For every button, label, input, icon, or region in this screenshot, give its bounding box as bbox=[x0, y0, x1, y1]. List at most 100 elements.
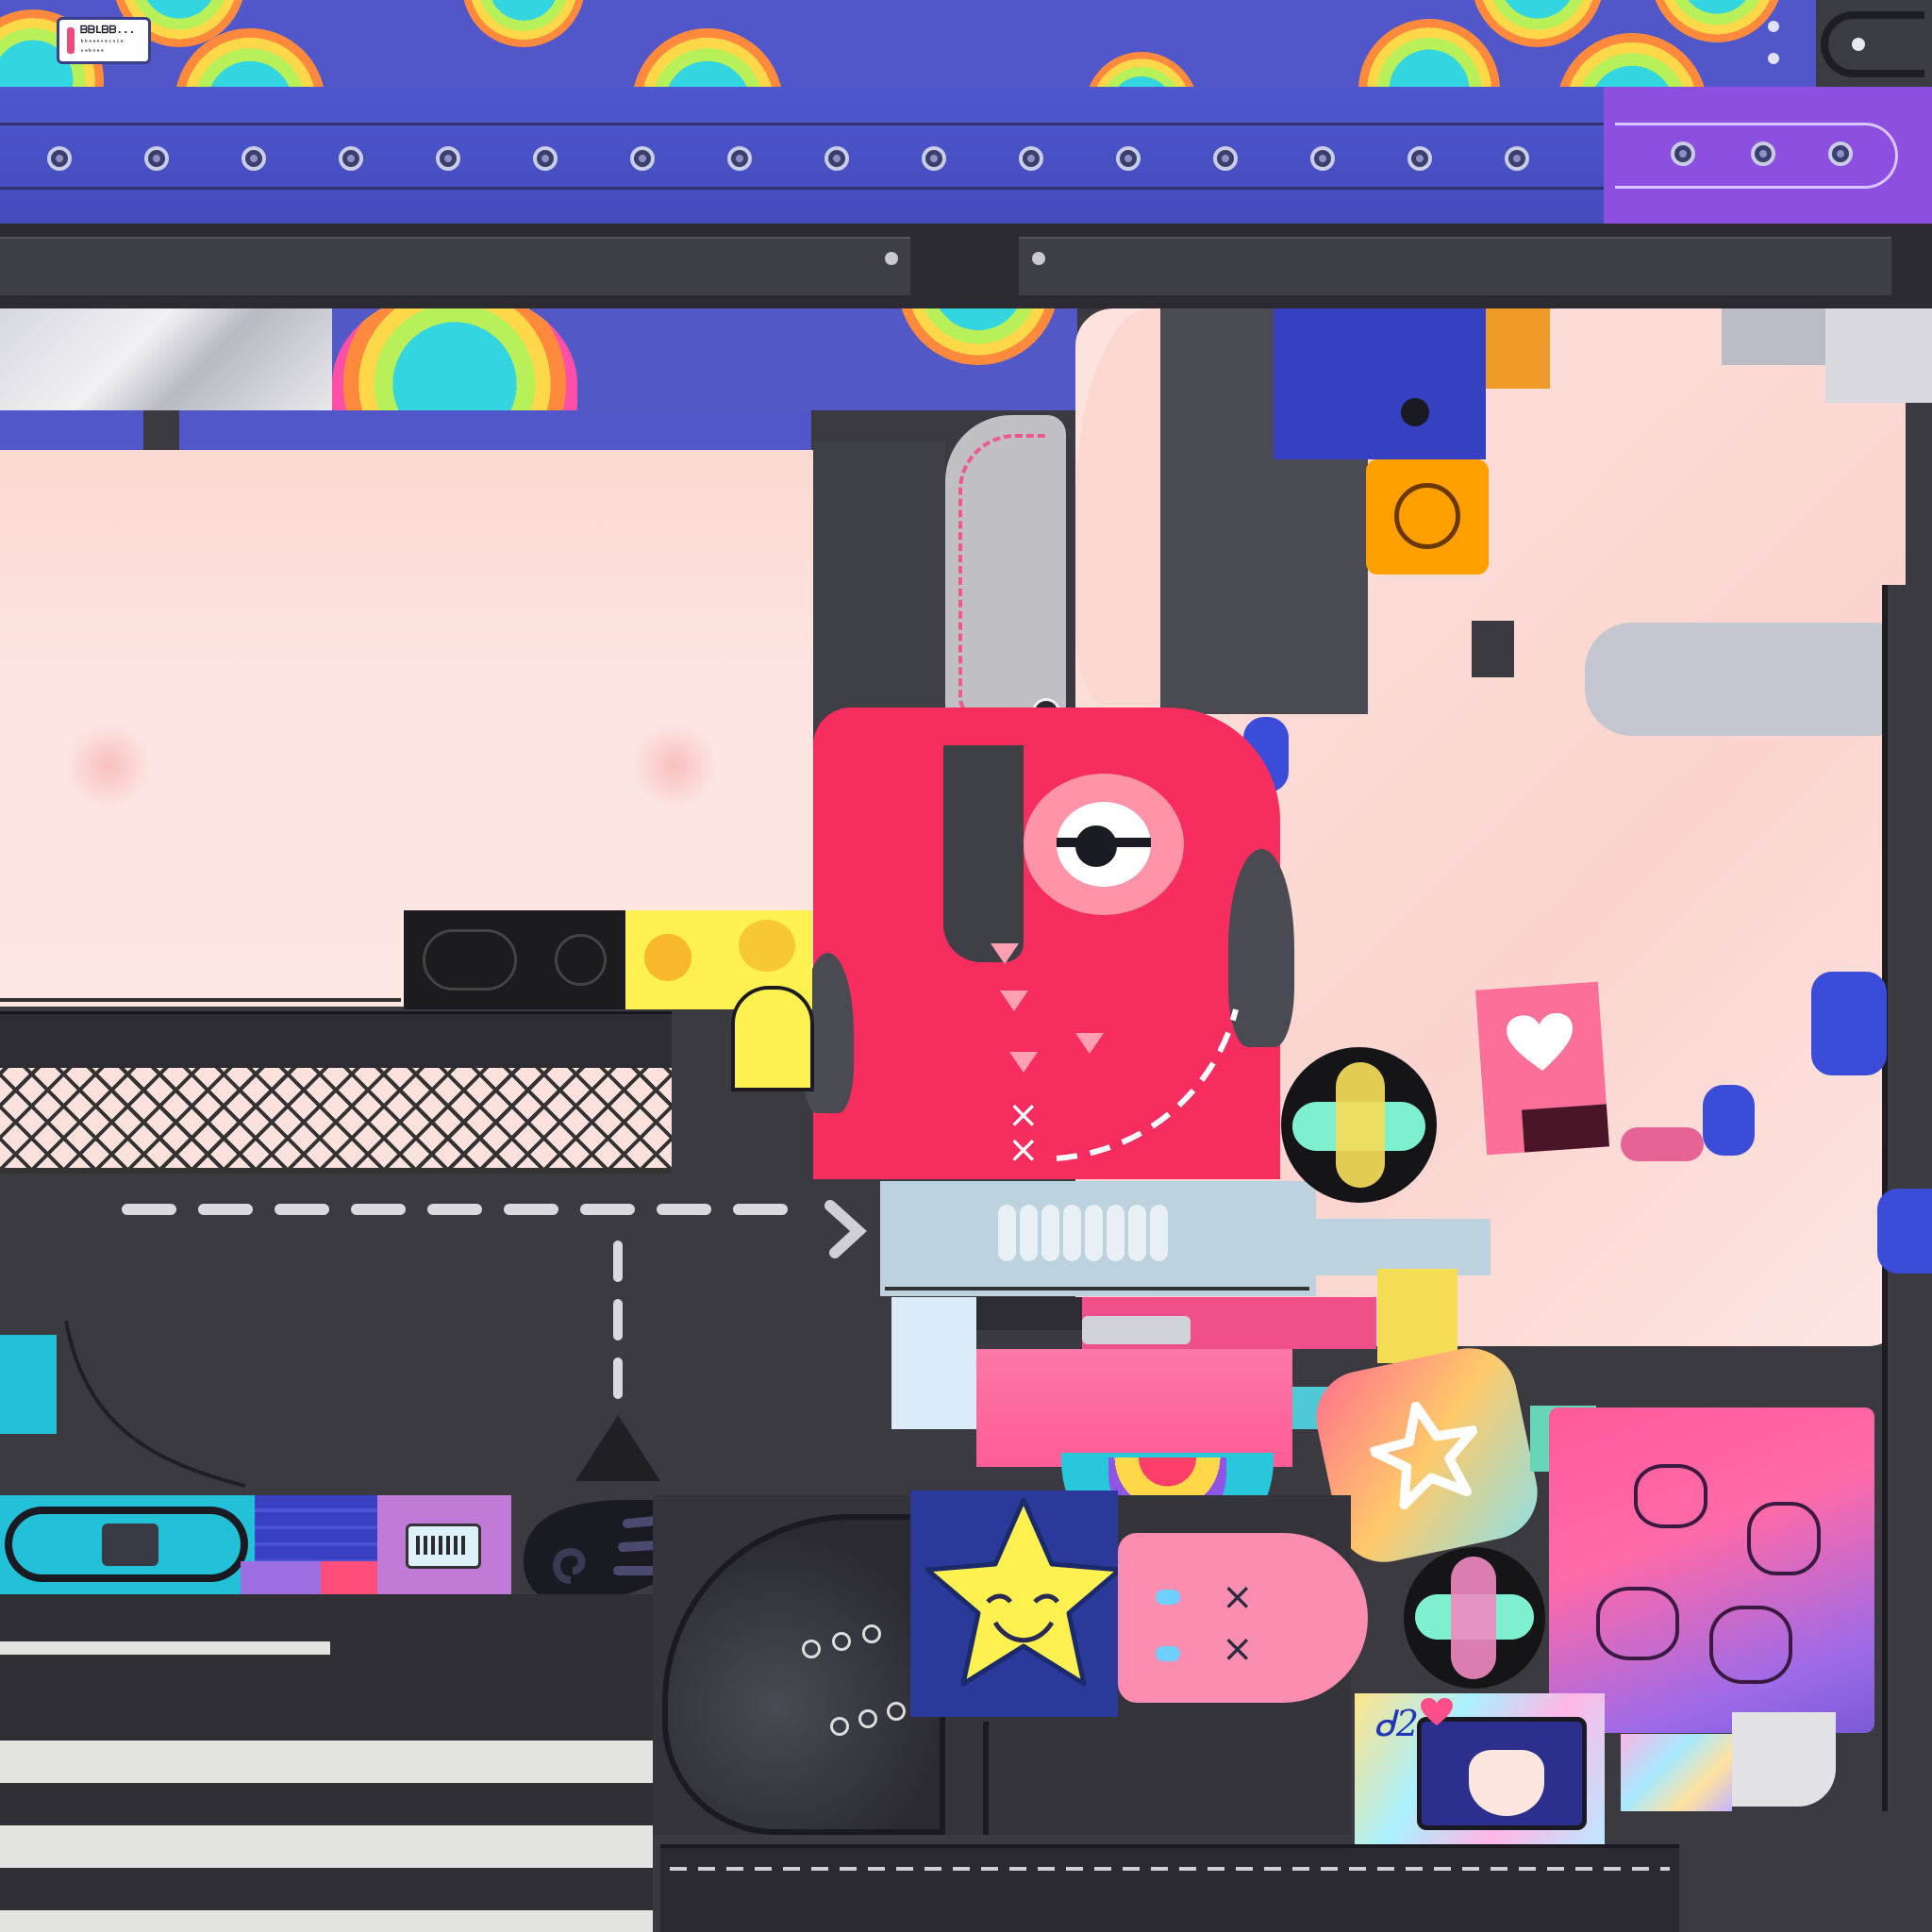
belt-grommet bbox=[242, 146, 266, 171]
pocket-panel bbox=[945, 415, 1066, 750]
dark-block bbox=[1472, 621, 1514, 677]
heart-icon bbox=[1507, 1012, 1574, 1071]
nail-blue bbox=[1703, 1085, 1755, 1156]
rainbow-sleeve-strip bbox=[332, 308, 1077, 410]
boot-eyelet bbox=[887, 1702, 906, 1721]
tear-drop bbox=[1156, 1646, 1180, 1661]
sole-strip bbox=[660, 1844, 1679, 1932]
rainbow-icon bbox=[1651, 0, 1783, 42]
belt-grommet bbox=[1505, 146, 1529, 171]
eyelid bbox=[1057, 838, 1151, 847]
vent-grille bbox=[423, 929, 517, 991]
sole-stitch bbox=[670, 1867, 1670, 1871]
pink-strip bbox=[321, 1561, 377, 1594]
rainbow-icon bbox=[1085, 52, 1198, 87]
boot-eyelet bbox=[862, 1624, 881, 1643]
rainbow-icon bbox=[898, 308, 1058, 365]
tag-line-3: ᵘᵃᵇᵒᵃᵐ bbox=[80, 48, 105, 56]
holo-sticker: ᑯ2~ bbox=[1355, 1693, 1605, 1844]
cyan-patch bbox=[0, 1335, 57, 1434]
boot-eyelet bbox=[830, 1717, 849, 1736]
spot bbox=[1634, 1464, 1707, 1528]
rivet bbox=[1401, 398, 1429, 426]
rainbow-icon bbox=[1358, 19, 1500, 87]
strap-panel bbox=[0, 237, 910, 295]
blue-band bbox=[0, 410, 143, 450]
striped-panel bbox=[0, 1594, 330, 1698]
blue-stripe-patch bbox=[255, 1495, 377, 1561]
boot-shape bbox=[662, 1514, 945, 1835]
nail-blue bbox=[1811, 972, 1887, 1075]
rivet bbox=[1852, 38, 1865, 51]
blue-band bbox=[179, 410, 811, 450]
rainbow-belt-strip bbox=[0, 0, 1816, 87]
stitch-marks: × × bbox=[991, 943, 1239, 1172]
eye-icon bbox=[1057, 802, 1151, 887]
belt-grommet bbox=[533, 146, 558, 171]
spot bbox=[1596, 1587, 1679, 1660]
yellow-block bbox=[1377, 1269, 1457, 1363]
paw-print bbox=[644, 934, 691, 981]
bandage-vertical bbox=[1336, 1062, 1385, 1188]
rivet bbox=[1768, 53, 1779, 64]
belt-stitch-bottom bbox=[0, 187, 1604, 190]
belt-grommet bbox=[1671, 142, 1695, 166]
tag-base bbox=[1522, 1104, 1609, 1153]
belt-grommet bbox=[824, 146, 849, 171]
purple-battery-patch bbox=[377, 1495, 511, 1594]
paw-print bbox=[739, 920, 795, 972]
spot bbox=[1709, 1606, 1792, 1684]
dark-corner bbox=[1679, 1811, 1932, 1932]
belt-grommet bbox=[1019, 146, 1043, 171]
chest-shade bbox=[632, 724, 717, 808]
belt-grommet bbox=[1828, 142, 1853, 166]
button-ring bbox=[1394, 483, 1460, 549]
boot-sole-line bbox=[983, 1722, 989, 1835]
metal-chain-strip bbox=[0, 308, 332, 410]
x-eye: × bbox=[1222, 1627, 1254, 1671]
buckle-corner bbox=[1816, 0, 1932, 87]
dark-strap bbox=[0, 224, 1932, 308]
cyan-belt-tab bbox=[0, 1495, 255, 1594]
chest-shade bbox=[66, 724, 151, 808]
belt-grommet bbox=[630, 146, 655, 171]
rainbow-icon bbox=[1472, 0, 1604, 47]
yellow-bell bbox=[731, 986, 814, 1091]
torso-edge-line bbox=[0, 998, 401, 1002]
metal-panel bbox=[1585, 623, 1887, 736]
rivet bbox=[885, 252, 898, 265]
strap-panel bbox=[1019, 237, 1891, 295]
pink-tube bbox=[976, 1349, 1292, 1467]
belt-label-tag: ᗷᗷLᗷᗷ... ᵇᵇᵃᵃᵐⁿᵃᶜᵘⁱᵉ ᵘᵃᵇᵒᵃᵐ bbox=[57, 17, 151, 64]
rainbow-icon bbox=[332, 308, 577, 410]
belt-grommet bbox=[1751, 142, 1775, 166]
nail-pink bbox=[1621, 1127, 1704, 1161]
boot-eyelet bbox=[832, 1632, 851, 1651]
dark-block bbox=[330, 1594, 653, 1698]
belt-grommet bbox=[1213, 146, 1238, 171]
spotted-panel bbox=[1549, 1407, 1874, 1733]
rainbow-icon bbox=[1557, 33, 1707, 87]
nail-blue bbox=[1877, 1189, 1932, 1274]
belt-grommet bbox=[1407, 146, 1432, 171]
hair-strand bbox=[943, 745, 1024, 962]
wing-patch bbox=[891, 1297, 976, 1429]
belt-stitch-top bbox=[0, 123, 1604, 125]
metal-block bbox=[1722, 308, 1825, 365]
orange-patch bbox=[1486, 308, 1550, 389]
avatar-face bbox=[1469, 1750, 1544, 1816]
spot bbox=[1747, 1502, 1821, 1575]
belt-grommet bbox=[47, 146, 72, 171]
belt-grommet bbox=[339, 146, 363, 171]
boot-eyelet bbox=[858, 1709, 877, 1728]
boot-eyelet bbox=[802, 1640, 821, 1658]
tear-drop bbox=[1156, 1590, 1180, 1605]
rivet bbox=[1768, 21, 1779, 32]
belt-grommet bbox=[922, 146, 946, 171]
dark-slot bbox=[976, 1297, 1082, 1330]
heart-tag bbox=[1475, 981, 1609, 1156]
belt-grommet bbox=[436, 146, 460, 171]
svg-text:×: × bbox=[1008, 1128, 1040, 1172]
heart-icon bbox=[1421, 1698, 1453, 1726]
bandage-icon bbox=[1281, 1047, 1437, 1203]
